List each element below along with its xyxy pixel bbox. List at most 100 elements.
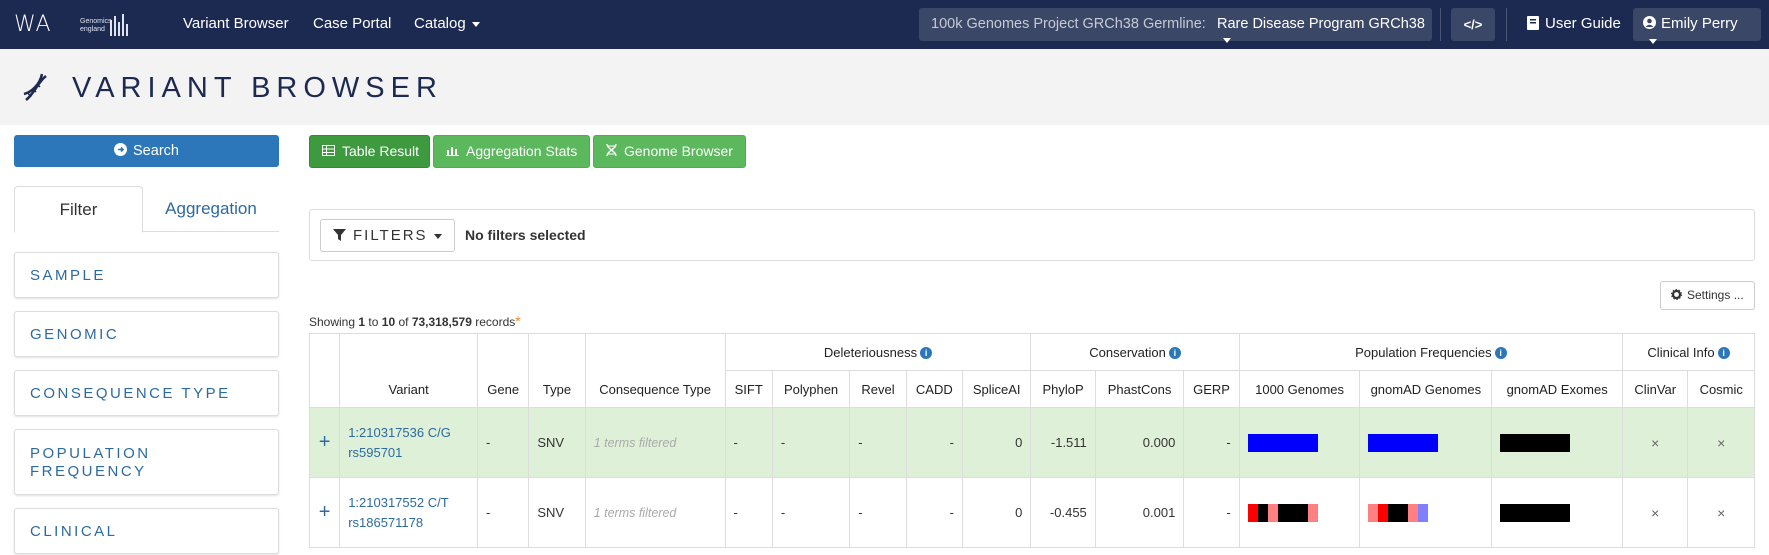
spliceai-cell: 0: [961, 407, 1032, 478]
frequency-square: [1550, 433, 1561, 452]
genome-browser-button[interactable]: Genome Browser: [593, 135, 746, 168]
table-result-button[interactable]: Table Result: [309, 135, 430, 168]
filter-section-genomic[interactable]: GENOMIC: [14, 311, 279, 357]
tab-filter[interactable]: Filter: [14, 186, 143, 233]
type-cell: SNV: [528, 407, 586, 478]
frequency-square: [1500, 433, 1511, 452]
frequency-square: [1297, 433, 1308, 452]
records-total: 73,318,579: [411, 315, 472, 329]
freq-gnomad-exomes-cell[interactable]: [1491, 407, 1624, 478]
table-row[interactable]: + 1:210317552 C/T rs186571178 - SNV 1 ter…: [308, 477, 1755, 548]
freq-gnomad-genomes-cell[interactable]: [1359, 477, 1493, 548]
book-icon: [1527, 16, 1539, 30]
chevron-down-icon: [433, 233, 442, 239]
col-consequence-type[interactable]: Consequence Type: [584, 333, 726, 408]
app-logo[interactable]: WA: [14, 12, 52, 37]
frequency-square: [1560, 433, 1571, 452]
variant-link[interactable]: 1:210317536 C/G: [348, 425, 451, 440]
frequency-square: [1287, 433, 1298, 452]
col-1000-genomes[interactable]: 1000 Genomes: [1238, 370, 1361, 408]
info-icon[interactable]: i: [1494, 347, 1507, 360]
top-navbar: WA Genomics england Variant Browser Case…: [0, 0, 1769, 49]
records-to-word: to: [368, 315, 379, 329]
col-cosmic[interactable]: Cosmic: [1687, 370, 1755, 408]
sidebar-tabs: Filter Aggregation: [14, 186, 279, 233]
nav-case-portal[interactable]: Case Portal: [313, 15, 391, 32]
table-icon: [322, 145, 335, 156]
dna-icon: [23, 73, 47, 101]
filter-section-sample[interactable]: SAMPLE: [14, 252, 279, 298]
user-menu[interactable]: Emily Perry: [1633, 8, 1761, 44]
rsid-link[interactable]: rs186571178: [348, 515, 423, 530]
code-button[interactable]: </>: [1451, 8, 1495, 41]
info-icon[interactable]: i: [1717, 347, 1730, 360]
filter-section-clinical[interactable]: CLINICAL: [14, 508, 279, 554]
cosmic-cell: ×: [1687, 407, 1755, 478]
col-gnomad-genomes[interactable]: gnomAD Genomes: [1359, 370, 1493, 408]
filters-dropdown-button[interactable]: FILTERS: [320, 219, 455, 252]
col-phastcons[interactable]: PhastCons: [1094, 370, 1185, 408]
group-deleteriousness: Deleteriousness i: [724, 333, 1032, 371]
frequency-square: [1540, 503, 1551, 522]
col-sift[interactable]: SIFT: [724, 370, 773, 408]
filter-section-consequence-type[interactable]: CONSEQUENCE TYPE: [14, 370, 279, 416]
freq-gnomad-genomes-cell[interactable]: [1359, 407, 1493, 478]
col-revel[interactable]: Revel: [849, 370, 907, 408]
info-icon[interactable]: i: [1168, 347, 1181, 360]
search-button[interactable]: Search: [14, 135, 279, 167]
col-spliceai[interactable]: SpliceAI: [961, 370, 1032, 408]
records-prefix: Showing: [309, 315, 356, 329]
user-name: Emily Perry: [1661, 15, 1738, 32]
user-guide-link[interactable]: User Guide: [1527, 15, 1621, 32]
freq-gnomad-exomes-cell[interactable]: [1491, 477, 1624, 548]
settings-button[interactable]: Settings ...: [1660, 281, 1755, 310]
freq-1000g-cell[interactable]: [1238, 477, 1361, 548]
project-value-text: Rare Disease Program GRCh38: [1217, 16, 1425, 32]
gene-cell: -: [477, 477, 530, 548]
col-phylop[interactable]: PhyloP: [1030, 370, 1096, 408]
active-filters-panel: FILTERS No filters selected: [309, 209, 1755, 261]
nav-divider: [1506, 8, 1507, 41]
table-result-label: Table Result: [342, 143, 420, 159]
dna-bars-icon: [110, 14, 128, 36]
col-gerp[interactable]: GERP: [1183, 370, 1240, 408]
consequence-cell: 1 terms filtered: [584, 477, 726, 548]
frequency-square: [1398, 433, 1409, 452]
page-title: VARIANT BROWSER: [72, 72, 443, 104]
table-row[interactable]: + 1:210317536 C/G rs595701 - SNV 1 terms …: [308, 407, 1755, 478]
col-polyphen[interactable]: Polyphen: [771, 370, 851, 408]
frequency-square: [1267, 503, 1278, 522]
col-clinvar[interactable]: ClinVar: [1622, 370, 1689, 408]
tab-aggregation[interactable]: Aggregation: [143, 186, 279, 233]
filters-status: No filters selected: [465, 227, 586, 243]
frequency-square: [1428, 503, 1439, 522]
project-selector[interactable]: 100k Genomes Project GRCh38 Germline: Ra…: [919, 8, 1432, 43]
col-type[interactable]: Type: [528, 333, 586, 408]
col-cadd[interactable]: CADD: [905, 370, 963, 408]
freq-1000g-cell[interactable]: [1238, 407, 1361, 478]
project-label: 100k Genomes Project GRCh38 Germline:: [931, 16, 1206, 32]
rsid-link[interactable]: rs595701: [348, 445, 402, 460]
phylop-cell: -0.455: [1030, 477, 1096, 548]
frequency-square: [1247, 433, 1258, 452]
nav-variant-browser[interactable]: Variant Browser: [183, 15, 289, 32]
col-variant[interactable]: Variant: [339, 333, 479, 408]
gerp-cell: -: [1183, 407, 1240, 478]
filter-section-population-frequency[interactable]: POPULATION FREQUENCY: [14, 429, 279, 495]
variant-link[interactable]: 1:210317552 C/T: [348, 495, 448, 510]
group-population-frequencies: Population Frequencies i: [1238, 333, 1624, 371]
expand-column-header: [308, 333, 341, 408]
nav-catalog[interactable]: Catalog: [414, 15, 480, 32]
aggregation-stats-button[interactable]: Aggregation Stats: [433, 135, 590, 168]
info-icon[interactable]: i: [920, 347, 933, 360]
col-gene[interactable]: Gene: [477, 333, 530, 408]
records-from: 1: [358, 315, 366, 329]
expand-row-button[interactable]: +: [308, 407, 341, 478]
col-gnomad-exomes[interactable]: gnomAD Exomes: [1491, 370, 1624, 408]
group-deleteriousness-label: Deleteriousness: [823, 344, 918, 360]
expand-row-button[interactable]: +: [308, 477, 341, 548]
settings-label: Settings ...: [1687, 288, 1744, 302]
frequency-square: [1247, 503, 1258, 522]
frequency-square: [1368, 433, 1379, 452]
frequency-square: [1530, 433, 1541, 452]
